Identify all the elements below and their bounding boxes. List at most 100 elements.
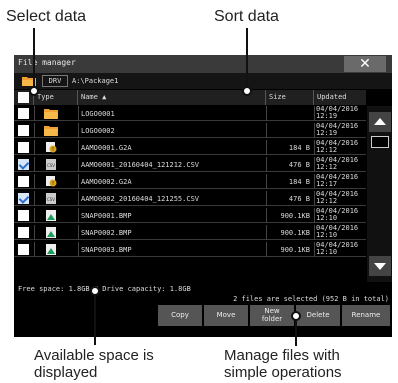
window-title: File manager (18, 58, 76, 67)
file-updated: 04/04/2016 12:12 (316, 191, 366, 205)
file-updated: 04/04/2016 12:10 (316, 208, 366, 222)
svg-text:CSV: CSV (47, 197, 55, 202)
callout-select-data: Select data (6, 8, 87, 25)
leader-sort (246, 28, 248, 90)
file-updated: 04/04/2016 12:12 (316, 140, 366, 154)
file-manager-window: File manager ✕ DRV A:\Package1 Type Name… (14, 55, 392, 337)
image-file-icon (44, 227, 58, 238)
scroll-up-button[interactable] (369, 112, 391, 132)
file-row[interactable]: LOGO0001 04/04/2016 12:19 (14, 106, 366, 121)
file-size: 900.1KB (280, 212, 310, 220)
callout-sort-data: Sort data (214, 8, 279, 25)
file-row[interactable]: SNAP0001.BMP 900.1KB 04/04/2016 12:10 (14, 208, 366, 223)
leader-space (94, 289, 96, 345)
alarm-file-icon: ! (44, 176, 58, 187)
file-row[interactable]: ! AAMO0002.G2A 184 B 04/04/2016 12:17 (14, 174, 366, 189)
file-name: AAMO0001.G2A (81, 144, 132, 152)
status-bar: Free space: 1.8GB / Drive capacity: 1.8G… (14, 283, 392, 305)
select-all-checkbox[interactable] (18, 92, 29, 103)
image-file-icon (44, 244, 58, 255)
callout-available-space-line1: Available space is (34, 347, 154, 364)
row-checkbox[interactable] (18, 210, 29, 221)
file-name: SNAP0001.BMP (81, 212, 132, 220)
file-row[interactable]: CSV AAMO0002_20160404_121255.CSV 476 B 04/0… (14, 191, 366, 206)
drive-button[interactable]: DRV (42, 75, 68, 87)
file-updated: 04/04/2016 12:10 (316, 242, 366, 256)
file-updated: 04/04/2016 12:10 (316, 225, 366, 239)
file-time: 12:10 (316, 248, 338, 256)
column-header: Type Name ▲ Size Updated (14, 90, 366, 105)
file-updated: 04/04/2016 12:17 (316, 174, 366, 188)
row-checkbox[interactable] (18, 142, 29, 153)
leader-dot-manage (291, 311, 301, 321)
callout-available-space-line2: displayed (34, 364, 98, 381)
path-bar: DRV A:\Package1 (14, 73, 392, 89)
delete-button[interactable]: Delete (296, 305, 340, 326)
callout-manage-line1: Manage files with (224, 347, 340, 364)
row-checkbox[interactable] (18, 227, 29, 238)
row-checkbox[interactable] (18, 176, 29, 187)
image-file-icon (44, 210, 58, 221)
move-button[interactable]: Move (204, 305, 248, 326)
svg-text:CSV: CSV (47, 163, 55, 168)
file-size: 900.1KB (280, 246, 310, 254)
csv-file-icon: CSV (44, 159, 58, 170)
file-row[interactable]: LOGO0002 04/04/2016 12:19 (14, 123, 366, 138)
file-row[interactable]: CSV AAMO0001_20160404_121212.CSV 476 B 04/0… (14, 157, 366, 172)
column-type[interactable]: Type (34, 90, 78, 105)
file-size: 476 B (288, 161, 310, 169)
row-checkbox[interactable] (18, 244, 29, 255)
new-folder-label-line1: New (264, 307, 280, 315)
file-time: 12:10 (316, 214, 338, 222)
file-size: 184 B (288, 144, 310, 152)
file-row[interactable]: SNAP0002.BMP 900.1KB 04/04/2016 12:10 (14, 225, 366, 240)
rename-button[interactable]: Rename (342, 305, 390, 326)
callout-manage-line2: simple operations (224, 364, 342, 381)
file-name: LOGO0001 (81, 110, 115, 118)
file-size: 184 B (288, 178, 310, 186)
folder-icon (44, 125, 58, 136)
callout-manage-files: Manage files with simple operations (224, 347, 342, 381)
title-bar: File manager ✕ (14, 55, 392, 73)
file-size: 476 B (288, 195, 310, 203)
csv-file-icon: CSV (44, 193, 58, 204)
file-updated: 04/04/2016 12:19 (316, 106, 366, 120)
free-space-text: Free space: 1.8GB / Drive capacity: 1.8G… (18, 285, 191, 293)
action-bar: Copy Move New folder Delete Rename (14, 305, 392, 326)
scrollbar[interactable] (367, 106, 392, 282)
row-checkbox[interactable] (18, 193, 29, 204)
leader-select (33, 28, 35, 90)
file-time: 12:12 (316, 197, 338, 205)
selection-summary: 2 files are selected (952 B in total) (233, 295, 389, 303)
new-folder-button[interactable]: New folder (250, 305, 294, 326)
new-folder-label-line2: folder (261, 315, 283, 323)
row-checkbox[interactable] (18, 108, 29, 119)
scroll-thumb[interactable] (371, 136, 389, 148)
file-size: 900.1KB (280, 229, 310, 237)
file-time: 12:17 (316, 180, 338, 188)
column-name-sort[interactable]: Name ▲ (78, 90, 266, 105)
file-time: 12:10 (316, 231, 338, 239)
file-name: SNAP0002.BMP (81, 229, 132, 237)
folder-icon (44, 108, 58, 119)
file-updated: 04/04/2016 12:19 (316, 123, 366, 137)
file-row[interactable]: SNAP0003.BMP 900.1KB 04/04/2016 12:10 (14, 242, 366, 257)
file-name: AAMO0001_20160404_121212.CSV (81, 161, 200, 169)
file-name: LOGO0002 (81, 127, 115, 135)
file-row[interactable]: ! AAMO0001.G2A 184 B 04/04/2016 12:12 (14, 140, 366, 155)
scroll-down-button[interactable] (369, 256, 391, 276)
leader-dot-select (29, 86, 39, 96)
column-updated[interactable]: Updated (314, 90, 366, 105)
copy-button[interactable]: Copy (158, 305, 202, 326)
file-time: 12:12 (316, 146, 338, 154)
row-checkbox[interactable] (18, 125, 29, 136)
column-size[interactable]: Size (266, 90, 314, 105)
close-button[interactable]: ✕ (344, 56, 386, 72)
leader-dot-sort (242, 86, 252, 96)
file-time: 12:12 (316, 163, 338, 171)
file-name: AAMO0002.G2A (81, 178, 132, 186)
file-time: 12:19 (316, 112, 338, 120)
row-checkbox[interactable] (18, 159, 29, 170)
callout-available-space: Available space is displayed (34, 347, 154, 381)
svg-text:!: ! (52, 147, 54, 153)
